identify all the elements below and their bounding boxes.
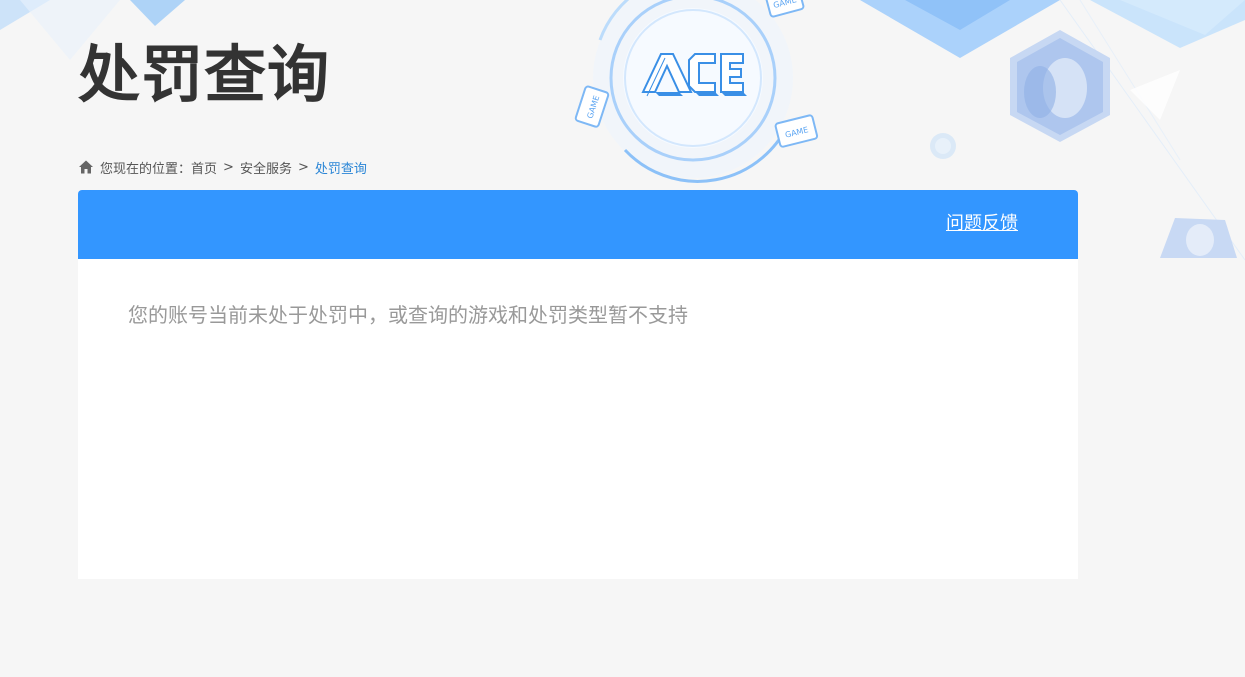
game-badge-top: GAME — [764, 0, 805, 18]
game-badge-left: GAME — [574, 85, 610, 128]
breadcrumb-link-home[interactable]: 首页 — [191, 158, 217, 177]
breadcrumb-current: 处罚查询 — [314, 161, 367, 177]
breadcrumb-prefix: 您现在的位置： — [100, 161, 192, 177]
panel-body: 您的账号当前未处于处罚中，或查询的游戏和处罚类型暂不支持 — [78, 259, 1078, 329]
svg-text:GAME: GAME — [784, 125, 809, 139]
ace-logo — [641, 53, 747, 97]
svg-text:GAME: GAME — [585, 94, 601, 119]
page-title: 处罚查询 — [78, 38, 331, 111]
breadcrumb-separator: > — [223, 159, 234, 175]
breadcrumb-link-security-service[interactable]: 安全服务 — [240, 158, 292, 177]
game-badge-right: GAME — [774, 114, 819, 148]
breadcrumb-separator: > — [297, 159, 309, 175]
result-panel: 问题反馈 您的账号当前未处于处罚中，或查询的游戏和处罚类型暂不支持 — [78, 190, 1078, 579]
status-message: 您的账号当前未处于处罚中，或查询的游戏和处罚类型暂不支持 — [128, 303, 688, 327]
svg-text:GAME: GAME — [772, 0, 797, 10]
breadcrumb: 您现在的位置： 首页 > 安全服务 > 处罚查询 — [78, 157, 367, 177]
home-icon — [79, 160, 93, 174]
panel-header: 问题反馈 — [78, 190, 1078, 259]
feedback-link[interactable]: 问题反馈 — [946, 212, 1018, 236]
